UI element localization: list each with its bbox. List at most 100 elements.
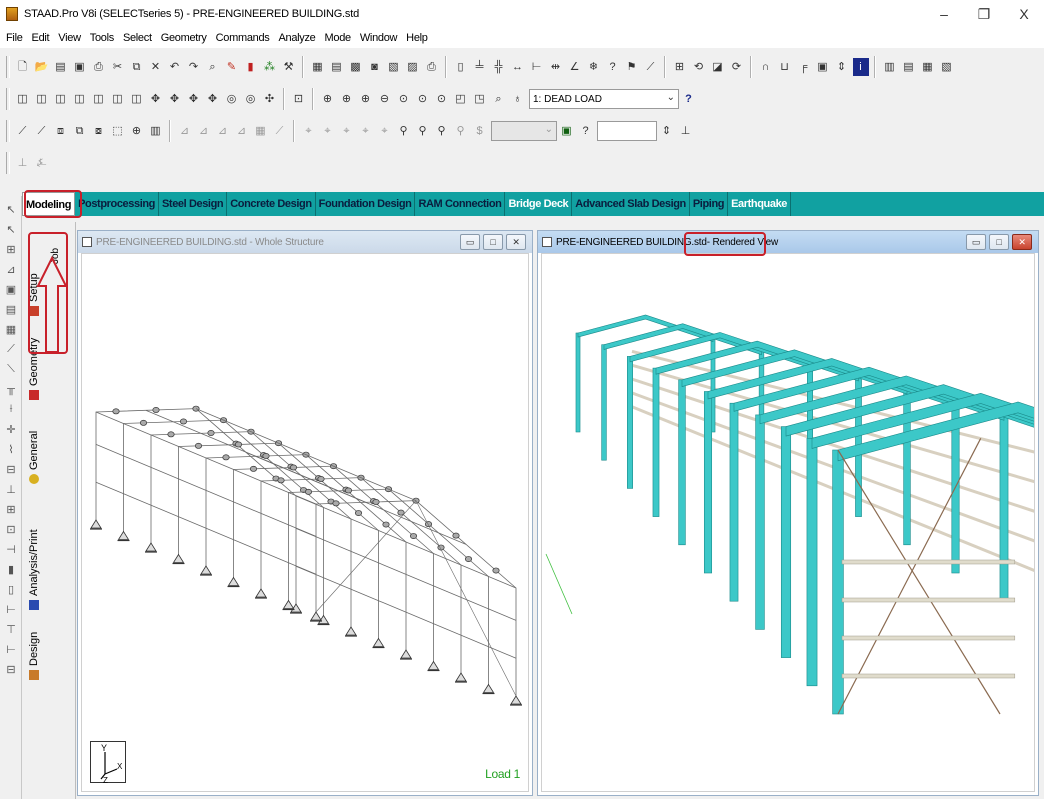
preview-icon[interactable]: ▦	[310, 58, 326, 76]
ruler-icon[interactable]: ⟋	[643, 58, 659, 76]
menu-select[interactable]: Select	[123, 32, 152, 44]
load-case-select[interactable]: 1: DEAD LOAD ⌄	[529, 89, 679, 109]
split-beam-icon[interactable]: ╒	[796, 58, 812, 76]
insert-node-icon[interactable]: ✛	[4, 422, 18, 436]
load-tool-icon[interactable]: ⊢	[4, 602, 18, 616]
snowflake-icon[interactable]: ❄	[586, 58, 602, 76]
zoom-previous-icon[interactable]: ⊙	[415, 90, 431, 108]
select-node-icon[interactable]: ↖	[4, 222, 18, 236]
cursor-surface-icon[interactable]: ⊿	[234, 122, 250, 140]
label-loads-icon[interactable]: ⚲	[434, 122, 450, 140]
maximize-icon[interactable]: □	[483, 234, 503, 250]
close-icon[interactable]: ✕	[1012, 234, 1032, 250]
label-misc-icon[interactable]: $	[472, 122, 488, 140]
whole-structure-window[interactable]: PRE-ENGINEERED BUILDING.std - Whole Stru…	[77, 230, 533, 796]
offset-tool-icon[interactable]: ⊣	[4, 542, 18, 556]
mode-tab-advanced-slab-design[interactable]: Advanced Slab Design	[572, 192, 690, 216]
mode-tab-foundation-design[interactable]: Foundation Design	[316, 192, 416, 216]
new-view-icon[interactable]: ◰	[453, 90, 469, 108]
zoom-apply-icon[interactable]: ⊥	[678, 122, 694, 140]
select-solids-icon[interactable]: ⧉	[72, 122, 88, 140]
rotate-icon[interactable]: ⟲	[691, 58, 707, 76]
load-help-icon[interactable]: ?	[681, 90, 697, 108]
page-tab-design[interactable]: Design	[28, 632, 40, 680]
mode-tab-bridge-deck[interactable]: Bridge Deck	[505, 192, 573, 216]
dimension-icon[interactable]: ↔	[510, 58, 526, 76]
rotate-up-icon[interactable]: ✥	[148, 90, 164, 108]
cursor-beam-icon[interactable]: ⊿	[196, 122, 212, 140]
restore-button[interactable]: ❐	[964, 0, 1004, 28]
spin-updown-icon[interactable]: ⇕	[659, 122, 675, 140]
structure-icon[interactable]: ⊥	[15, 154, 31, 172]
view-front-icon[interactable]: ◫	[15, 90, 31, 108]
report-icon[interactable]: ▤	[329, 58, 345, 76]
page-tab-general[interactable]: General	[28, 431, 40, 484]
stretch-icon[interactable]: ⇕	[834, 58, 850, 76]
label-nodes-icon[interactable]: ⌖	[301, 122, 317, 140]
zoom-dynamic-icon[interactable]: ⊕	[358, 90, 374, 108]
maximize-icon[interactable]: □	[989, 234, 1009, 250]
mode-tab-earthquake[interactable]: Earthquake	[728, 192, 792, 216]
select-plates-icon[interactable]: ⧈	[53, 122, 69, 140]
zoom-in-icon[interactable]: ⊕	[339, 90, 355, 108]
display-icon[interactable]: ⊡	[291, 90, 307, 108]
column-tool-icon[interactable]: ╥	[4, 382, 18, 396]
release-tool-icon[interactable]: ⊡	[4, 522, 18, 536]
close-button[interactable]: X	[1004, 0, 1044, 28]
label-solids-icon[interactable]: ⌖	[358, 122, 374, 140]
whole-structure-viewport[interactable]: Y X Z Load 1	[81, 253, 529, 792]
label-members-icon[interactable]: ⌖	[377, 122, 393, 140]
menu-commands[interactable]: Commands	[216, 32, 270, 44]
render-icon[interactable]: ▣	[559, 122, 575, 140]
member-spec-icon[interactable]: ▮	[4, 562, 18, 576]
tools-icon[interactable]: ⚑	[624, 58, 640, 76]
split-tool-icon[interactable]: ⟍	[4, 362, 18, 376]
picture-icon[interactable]: ▩	[348, 58, 364, 76]
section-tool-icon[interactable]: ⊥	[4, 482, 18, 496]
window-tile-icon[interactable]: ▥	[882, 58, 898, 76]
export-view-icon[interactable]: ▨	[405, 58, 421, 76]
mirror-icon[interactable]: ◪	[710, 58, 726, 76]
support-tool-icon[interactable]: ▯	[4, 582, 18, 596]
menu-analyze[interactable]: Analyze	[278, 32, 315, 44]
mode-tab-ram-connection[interactable]: RAM Connection	[415, 192, 506, 216]
save-icon[interactable]: ▣	[72, 58, 88, 76]
select-parallel-icon[interactable]: ⊕	[129, 122, 145, 140]
cursor-solid-icon[interactable]: ▦	[253, 122, 269, 140]
property-tool-icon[interactable]: ⊞	[4, 502, 18, 516]
help-toggle-icon[interactable]: ?	[578, 122, 594, 140]
mode-tab-concrete-design[interactable]: Concrete Design	[227, 192, 316, 216]
snap-grid-icon[interactable]: ⊞	[4, 242, 18, 256]
measure-tool-icon[interactable]: ⊟	[4, 462, 18, 476]
view-bottom-icon[interactable]: ◫	[110, 90, 126, 108]
select-surfaces-icon[interactable]: ⧇	[91, 122, 107, 140]
cut-icon[interactable]: ✂	[110, 58, 126, 76]
mode-tab-steel-design[interactable]: Steel Design	[159, 192, 228, 216]
load-view-icon[interactable]: ◳	[472, 90, 488, 108]
label-plates-icon[interactable]: ⌖	[339, 122, 355, 140]
view-right-icon[interactable]: ◫	[72, 90, 88, 108]
view-top-icon[interactable]: ◫	[91, 90, 107, 108]
new-file-icon[interactable]: 🗋	[15, 58, 31, 76]
label-filter-select[interactable]: ⌄	[491, 121, 557, 141]
analysis-tool-icon[interactable]: ⊤	[4, 622, 18, 636]
pan-icon[interactable]: ✣	[262, 90, 278, 108]
menu-tools[interactable]: Tools	[90, 32, 114, 44]
rendered-view-viewport[interactable]	[541, 253, 1035, 792]
cursor-plate-icon[interactable]: ⊿	[215, 122, 231, 140]
angle-icon[interactable]: ∠	[567, 58, 583, 76]
plate-cursor-icon[interactable]: ╬	[491, 58, 507, 76]
export-icon[interactable]: ▧	[386, 58, 402, 76]
intersect-icon[interactable]: ∩	[758, 58, 774, 76]
merge-icon[interactable]: ⊔	[777, 58, 793, 76]
symbols-icon[interactable]: ♁	[510, 90, 526, 108]
select-beams-icon[interactable]: ⟋	[34, 122, 50, 140]
add-plate-icon[interactable]: ▣	[4, 282, 18, 296]
spin-right-icon[interactable]: ◎	[243, 90, 259, 108]
select-nodes-icon[interactable]: ⟋	[15, 122, 31, 140]
menu-window[interactable]: Window	[360, 32, 398, 44]
undo-icon[interactable]: ↶	[167, 58, 183, 76]
menu-edit[interactable]: Edit	[32, 32, 50, 44]
delete-icon[interactable]: ✕	[148, 58, 164, 76]
open-file-icon[interactable]: 📂	[34, 58, 50, 76]
